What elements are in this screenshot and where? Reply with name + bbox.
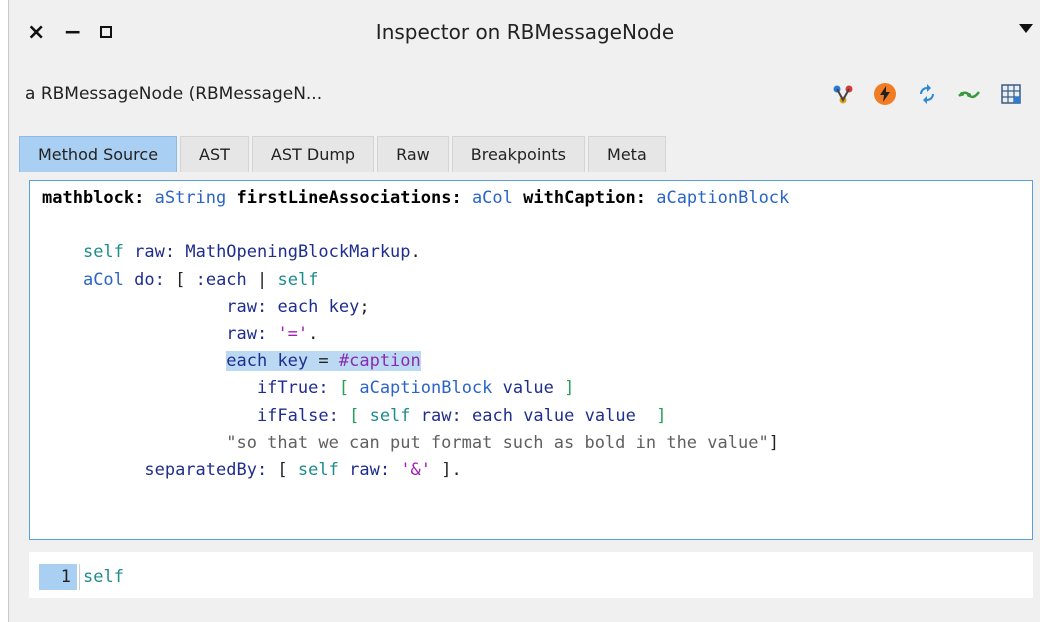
method-source-editor[interactable]: mathblock: aString firstLineAssociations… [29,180,1033,540]
browse-icon[interactable] [831,82,855,106]
tab-meta[interactable]: Meta [588,136,666,172]
inspector-window: × − Inspector on RBMessageNode a RBMessa… [8,0,1040,622]
window-menu-icon[interactable] [1019,24,1033,33]
tab-method-source[interactable]: Method Source [19,136,178,172]
tab-ast-dump[interactable]: AST Dump [251,136,375,172]
window-title: Inspector on RBMessageNode [375,20,675,44]
selected-expression: each key = #caption [226,351,421,372]
flash-icon[interactable] [873,82,897,106]
tab-raw[interactable]: Raw [377,136,449,172]
inspected-object-label: a RBMessageNode (RBMessageN... [25,84,323,104]
refresh-icon[interactable] [915,82,939,106]
toolbar [831,82,1023,106]
tab-bar: Method Source AST AST Dump Raw Breakpoin… [19,136,666,172]
tab-ast[interactable]: AST [180,136,249,172]
gutter-divider [79,564,80,590]
spreadsheet-icon[interactable] [999,82,1023,106]
line-number: 1 [39,564,77,590]
title-bar[interactable]: × − Inspector on RBMessageNode [9,0,1040,64]
method-source-code[interactable]: mathblock: aString firstLineAssociations… [42,185,789,484]
evaluator-input[interactable]: self [83,564,124,590]
pinned-icon[interactable] [957,82,981,106]
tab-breakpoints[interactable]: Breakpoints [451,136,586,172]
evaluator-pane[interactable]: 1 self [29,552,1033,598]
inspector-header: a RBMessageNode (RBMessageN... [9,64,1040,124]
line-gutter: 1 [33,552,79,598]
